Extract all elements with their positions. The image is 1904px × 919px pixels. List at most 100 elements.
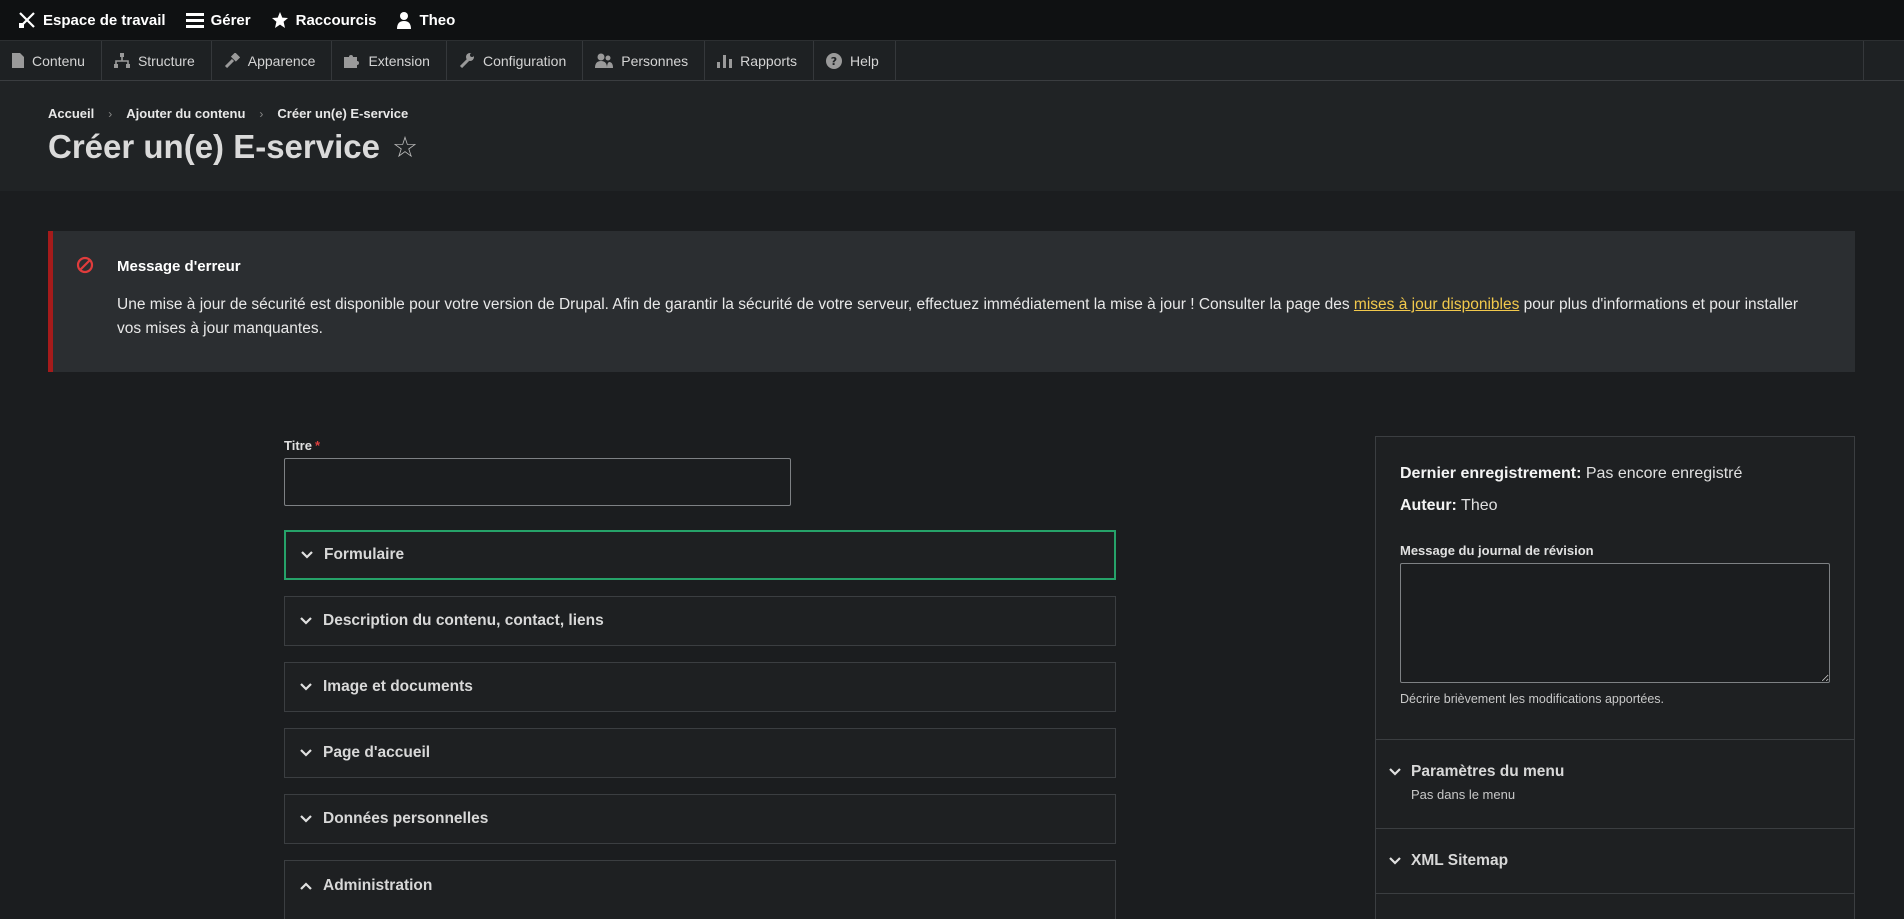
page-title: Créer un(e) E-service bbox=[48, 128, 380, 165]
section-donnees-personnelles[interactable]: Données personnelles bbox=[284, 794, 1116, 844]
toolbar-item-label: Theo bbox=[419, 11, 456, 29]
toolbar-item-label: Raccourcis bbox=[295, 11, 377, 29]
breadcrumb-link-home[interactable]: Accueil bbox=[48, 106, 94, 121]
sitemap-icon bbox=[113, 53, 130, 68]
title-input[interactable] bbox=[284, 458, 791, 506]
toolbar-item-workspace[interactable]: Espace de travail bbox=[8, 0, 176, 41]
title-label: Titre * bbox=[284, 438, 320, 453]
brush-icon bbox=[224, 53, 240, 68]
revision-log-help: Décrire brièvement les modifications app… bbox=[1400, 692, 1665, 706]
section-label: Page d'accueil bbox=[323, 744, 431, 761]
toolbar-item-label: Espace de travail bbox=[43, 11, 166, 29]
tray-item-help[interactable]: ? Help bbox=[814, 41, 896, 80]
menu-settings-section[interactable]: Paramètres du menu Pas dans le menu bbox=[1388, 763, 1564, 802]
admin-tray: Contenu Structure Apparence Extension Co… bbox=[0, 41, 1904, 81]
star-icon bbox=[271, 12, 288, 28]
menu-settings-title: Paramètres du menu bbox=[1411, 763, 1565, 780]
error-icon bbox=[76, 256, 94, 274]
tray-item-label: Rapports bbox=[740, 52, 797, 69]
chevron-down-icon bbox=[300, 749, 312, 757]
people-icon bbox=[595, 53, 614, 68]
hamburger-icon bbox=[185, 13, 204, 28]
error-text: Une mise à jour de sécurité est disponib… bbox=[117, 293, 1817, 341]
breadcrumb-current[interactable]: Créer un(e) E-service bbox=[277, 106, 408, 121]
sidebar-divider bbox=[1376, 828, 1854, 829]
admin-toolbar: Espace de travail Gérer Raccourcis Theo bbox=[0, 0, 1904, 41]
breadcrumb-separator: › bbox=[108, 106, 113, 121]
last-saved: Dernier enregistrement: Pas encore enreg… bbox=[1400, 465, 1742, 483]
shortcut-star-icon[interactable]: ☆ bbox=[392, 130, 418, 165]
author-value: Theo bbox=[1461, 497, 1498, 514]
tray-item-label: Structure bbox=[137, 52, 195, 69]
puzzle-icon bbox=[344, 55, 360, 68]
file-icon bbox=[12, 53, 24, 68]
error-title: Message d'erreur bbox=[117, 258, 241, 275]
section-label: Administration bbox=[323, 877, 433, 894]
breadcrumb-separator: › bbox=[259, 106, 264, 121]
required-mark: * bbox=[314, 438, 320, 453]
help-icon: ? bbox=[825, 52, 842, 69]
breadcrumb: Accueil › Ajouter du contenu › Créer un(… bbox=[48, 106, 408, 121]
section-page-accueil[interactable]: Page d'accueil bbox=[284, 728, 1116, 778]
tray-item-contenu[interactable]: Contenu bbox=[0, 41, 102, 80]
xml-sitemap-section[interactable]: XML Sitemap bbox=[1388, 852, 1508, 870]
tray-item-label: Personnes bbox=[621, 52, 689, 69]
user-icon bbox=[397, 12, 412, 29]
revision-log-label: Message du journal de révision bbox=[1400, 543, 1594, 558]
chevron-down-icon bbox=[301, 551, 313, 559]
svg-text:?: ? bbox=[831, 55, 837, 68]
last-saved-label: Dernier enregistrement: bbox=[1400, 465, 1582, 482]
breadcrumb-link-add-content[interactable]: Ajouter du contenu bbox=[126, 106, 245, 121]
tray-item-rapports[interactable]: Rapports bbox=[705, 41, 814, 80]
tray-item-label: Extension bbox=[368, 52, 430, 69]
toolbar-item-user[interactable]: Theo bbox=[386, 0, 465, 41]
wrench-icon bbox=[459, 53, 474, 68]
tray-item-extension[interactable]: Extension bbox=[332, 41, 447, 80]
section-image-documents[interactable]: Image et documents bbox=[284, 662, 1116, 712]
menu-settings-text: Paramètres du menu Pas dans le menu bbox=[1411, 763, 1564, 802]
section-formulaire[interactable]: Formulaire bbox=[284, 530, 1116, 580]
error-text-before: Une mise à jour de sécurité est disponib… bbox=[117, 296, 1354, 313]
chevron-down-icon bbox=[300, 617, 312, 625]
tray-item-label: Contenu bbox=[32, 52, 85, 69]
page-header: Accueil › Ajouter du contenu › Créer un(… bbox=[0, 81, 1904, 191]
tray-item-label: Apparence bbox=[247, 52, 316, 69]
chevron-down-icon bbox=[1389, 857, 1401, 865]
chevron-down-icon bbox=[300, 815, 312, 823]
section-label: Formulaire bbox=[324, 546, 405, 563]
revision-log-textarea[interactable] bbox=[1400, 563, 1830, 683]
bar-chart-icon bbox=[717, 55, 733, 68]
sidebar-divider bbox=[1376, 739, 1854, 740]
tray-item-apparence[interactable]: Apparence bbox=[212, 41, 333, 80]
toolbar-item-manage[interactable]: Gérer bbox=[176, 0, 261, 41]
section-label: Description du contenu, contact, liens bbox=[323, 612, 604, 629]
xml-sitemap-title: XML Sitemap bbox=[1411, 852, 1509, 869]
section-administration[interactable]: Administration bbox=[284, 860, 1116, 919]
error-message: Message d'erreur Une mise à jour de sécu… bbox=[48, 231, 1855, 372]
tray-item-structure[interactable]: Structure bbox=[102, 41, 212, 80]
chevron-down-icon bbox=[300, 683, 312, 691]
section-description[interactable]: Description du contenu, contact, liens bbox=[284, 596, 1116, 646]
tray-item-personnes[interactable]: Personnes bbox=[583, 41, 706, 80]
section-label: Données personnelles bbox=[323, 810, 489, 827]
author-label: Auteur: bbox=[1400, 497, 1457, 514]
toolbar-item-label: Gérer bbox=[210, 11, 251, 29]
tray-divider bbox=[1863, 41, 1864, 80]
updates-link[interactable]: mises à jour disponibles bbox=[1354, 296, 1519, 313]
chevron-down-icon bbox=[1389, 768, 1401, 776]
last-saved-value: Pas encore enregistré bbox=[1585, 465, 1743, 482]
chevron-up-icon bbox=[300, 882, 312, 890]
tools-icon bbox=[19, 12, 35, 28]
sidebar-divider bbox=[1376, 893, 1854, 894]
toolbar-item-shortcuts[interactable]: Raccourcis bbox=[261, 0, 387, 41]
tray-item-label: Configuration bbox=[482, 52, 567, 69]
page-title-wrapper: Créer un(e) E-service ☆ bbox=[48, 128, 418, 166]
tray-item-configuration[interactable]: Configuration bbox=[447, 41, 584, 80]
xml-sitemap-text: XML Sitemap bbox=[1411, 852, 1508, 870]
section-label: Image et documents bbox=[323, 678, 473, 695]
meta-sidebar: Dernier enregistrement: Pas encore enreg… bbox=[1375, 436, 1855, 919]
menu-settings-summary: Pas dans le menu bbox=[1411, 787, 1516, 802]
tray-item-label: Help bbox=[849, 52, 879, 69]
author: Auteur: Theo bbox=[1400, 497, 1498, 515]
title-label-text: Titre bbox=[284, 438, 312, 453]
